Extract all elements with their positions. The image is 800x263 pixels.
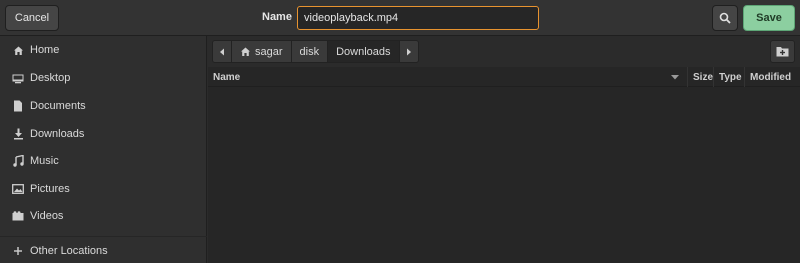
search-button[interactable] [712,5,738,31]
path-segment-downloads[interactable]: Downloads [327,40,399,63]
column-header-label: Size [693,71,714,83]
music-icon [12,155,24,167]
chevron-left-icon [220,48,224,55]
document-icon [12,100,24,112]
sidebar-item-label: Other Locations [30,245,108,257]
sidebar-item-desktop[interactable]: Desktop [0,65,207,91]
download-icon [12,128,24,140]
sidebar-item-label: Downloads [30,128,85,140]
sort-down-icon [671,75,679,80]
sidebar-item-label: Documents [30,100,86,112]
home-icon [12,44,24,56]
sidebar-item-label: Home [30,44,60,56]
sidebar-item-label: Pictures [30,183,70,195]
path-bar: sagar disk Downloads [212,40,419,63]
column-header-label: Name [213,71,241,83]
sidebar-item-documents[interactable]: Documents [0,93,207,119]
plus-icon [12,245,24,257]
sidebar-item-pictures[interactable]: Pictures [0,176,207,202]
chevron-right-icon [406,48,411,55]
column-header-modified[interactable]: Modified [745,67,800,87]
sidebar-item-label: Desktop [30,72,71,84]
name-label: Name [262,11,292,23]
sidebar-item-home[interactable]: Home [0,37,207,63]
file-list[interactable]: Name Size Type Modified [208,67,800,263]
path-segment-home[interactable]: sagar [231,40,291,63]
column-header-size[interactable]: Size [688,67,714,87]
path-segment-label: sagar [255,45,283,58]
header-bar: Cancel Name Save [0,0,800,36]
filename-input[interactable] [297,6,539,30]
path-forward-button[interactable] [398,40,419,63]
save-button[interactable]: Save [743,5,795,31]
sidebar-item-videos[interactable]: Videos [0,203,207,229]
video-icon [12,210,24,222]
sidebar-item-downloads[interactable]: Downloads [0,121,207,147]
new-folder-icon [776,47,789,57]
cancel-button[interactable]: Cancel [5,5,59,31]
column-header-label: Modified [750,71,792,83]
path-segment-disk[interactable]: disk [290,40,328,63]
sidebar-divider [0,236,207,237]
path-segment-label: Downloads [336,45,391,58]
column-header-name[interactable]: Name [208,67,688,87]
column-header-type[interactable]: Type [714,67,745,87]
sidebar-item-label: Videos [30,210,64,222]
desktop-icon [12,72,24,84]
column-header-label: Type [719,71,742,83]
sidebar-item-label: Music [30,155,59,167]
places-sidebar: Home Desktop Documents Downloads Music P… [0,36,207,263]
picture-icon [12,183,24,195]
home-icon [241,47,250,56]
search-icon [719,12,731,24]
path-segment-label: disk [299,45,320,58]
sidebar-item-music[interactable]: Music [0,148,207,174]
sidebar-item-other-locations[interactable]: Other Locations [0,238,207,263]
new-folder-button[interactable] [770,40,795,63]
column-header-row: Name Size Type Modified [208,67,800,87]
path-back-button[interactable] [212,40,231,63]
